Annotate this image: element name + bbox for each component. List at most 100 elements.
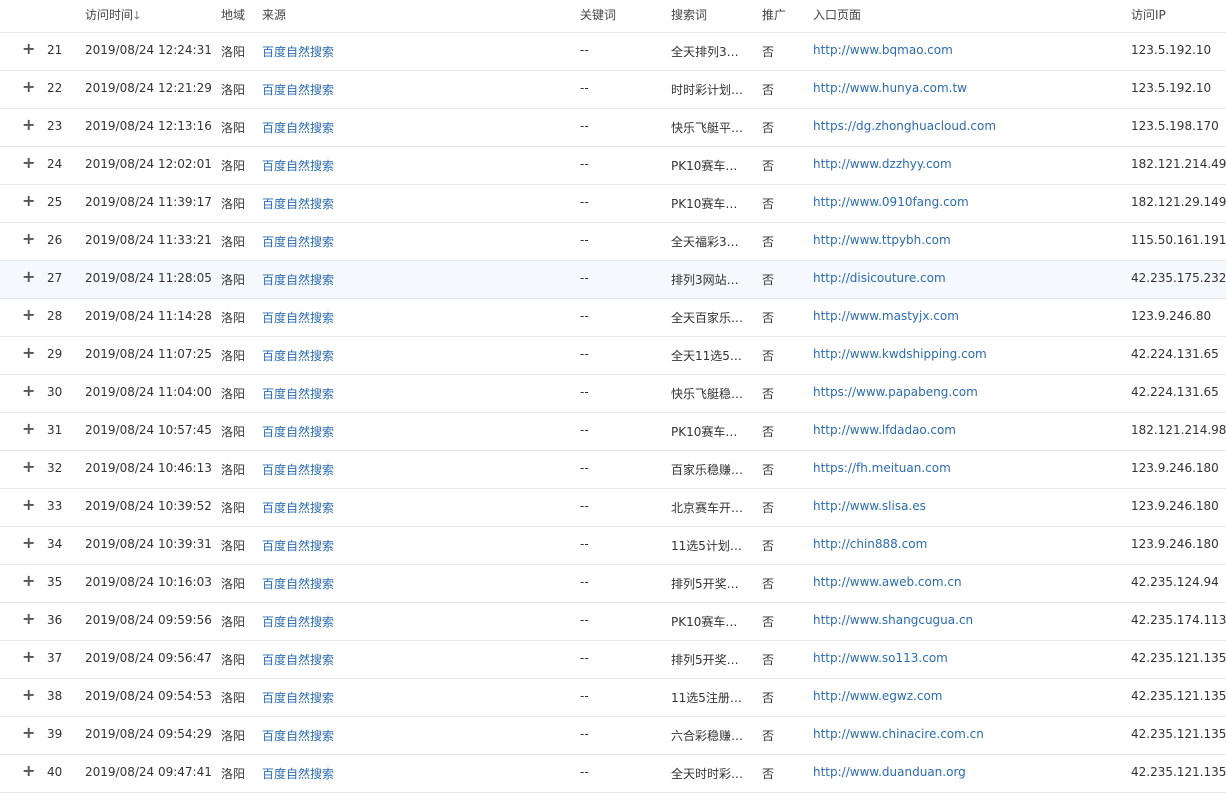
entry-page-link[interactable]: http://www.lfdadao.com [813, 423, 956, 437]
table-row[interactable]: +36 2019/08/24 09:59:56 洛阳 百度自然搜索 -- PK10赛车… 否… [0, 603, 1226, 641]
expand-plus-icon[interactable]: + [22, 79, 35, 95]
entry-page-link[interactable]: http://www.so113.com [813, 651, 948, 665]
source-link[interactable]: 百度自然搜索 [262, 537, 334, 554]
source-link[interactable]: 百度自然搜索 [262, 309, 334, 326]
expand-plus-icon[interactable]: + [22, 725, 35, 741]
source-link[interactable]: 百度自然搜索 [262, 195, 334, 212]
table-row[interactable]: +39 2019/08/24 09:54:29 洛阳 百度自然搜索 -- 六合彩稳赚… 否 h… [0, 717, 1226, 755]
source-link[interactable]: 百度自然搜索 [262, 499, 334, 516]
entry-page-link[interactable]: http://www.kwdshipping.com [813, 347, 987, 361]
region: 洛阳 [221, 691, 246, 705]
search-term: PK10赛车… [671, 425, 738, 439]
region: 洛阳 [221, 767, 246, 781]
expand-plus-icon[interactable]: + [22, 459, 35, 475]
entry-page-link[interactable]: http://www.dzzhyy.com [813, 157, 952, 171]
table-row[interactable]: +28 2019/08/24 11:14:28 洛阳 百度自然搜索 -- 全天百家乐… 否 h… [0, 299, 1226, 337]
search-term: PK10赛车… [671, 159, 738, 173]
entry-page-link[interactable]: http://www.hunya.com.tw [813, 81, 967, 95]
entry-page-link[interactable]: http://www.duanduan.org [813, 765, 966, 779]
expand-plus-icon[interactable]: + [22, 649, 35, 665]
entry-page-link[interactable]: http://www.shangcugua.cn [813, 613, 973, 627]
entry-page-link[interactable]: https://www.papabeng.com [813, 385, 978, 399]
expand-plus-icon[interactable]: + [22, 763, 35, 779]
source-link[interactable]: 百度自然搜索 [262, 575, 334, 592]
expand-plus-icon[interactable]: + [22, 117, 35, 133]
visit-time: 2019/08/24 11:33:21 [85, 233, 212, 247]
table-row[interactable]: +38 2019/08/24 09:54:53 洛阳 百度自然搜索 -- 11选5注册… 否… [0, 679, 1226, 717]
entry-page-link[interactable]: http://disicouture.com [813, 271, 946, 285]
table-row[interactable]: +22 2019/08/24 12:21:29 洛阳 百度自然搜索 -- 时时彩计划… 否 h… [0, 71, 1226, 109]
visitor-ip: 182.121.214.49 [1131, 157, 1226, 171]
table-row[interactable]: +21 2019/08/24 12:24:31 洛阳 百度自然搜索 -- 全天排列3… 否 h… [0, 33, 1226, 71]
table-row[interactable]: +40 2019/08/24 09:47:41 洛阳 百度自然搜索 -- 全天时时彩… 否 h… [0, 755, 1226, 793]
expand-plus-icon[interactable]: + [22, 535, 35, 551]
table-row[interactable]: +29 2019/08/24 11:07:25 洛阳 百度自然搜索 -- 全天11选5… 否… [0, 337, 1226, 375]
entry-page-link[interactable]: http://www.0910fang.com [813, 195, 969, 209]
table-row[interactable]: +32 2019/08/24 10:46:13 洛阳 百度自然搜索 -- 百家乐稳赚… 否 h… [0, 451, 1226, 489]
source-link[interactable]: 百度自然搜索 [262, 233, 334, 250]
table-row[interactable]: +23 2019/08/24 12:13:16 洛阳 百度自然搜索 -- 快乐飞艇平… 否 h… [0, 109, 1226, 147]
entry-page-link[interactable]: http://www.chinacire.com.cn [813, 727, 984, 741]
table-row[interactable]: +37 2019/08/24 09:56:47 洛阳 百度自然搜索 -- 排列5开奖… 否 h… [0, 641, 1226, 679]
expand-plus-icon[interactable]: + [22, 611, 35, 627]
entry-page-link[interactable]: http://www.aweb.com.cn [813, 575, 962, 589]
arrow-down-icon[interactable]: 🡓 [134, 9, 140, 22]
source-link[interactable]: 百度自然搜索 [262, 43, 334, 60]
source-link[interactable]: 百度自然搜索 [262, 385, 334, 402]
expand-plus-icon[interactable]: + [22, 687, 35, 703]
entry-page-link[interactable]: http://chin888.com [813, 537, 927, 551]
table-row[interactable]: +26 2019/08/24 11:33:21 洛阳 百度自然搜索 -- 全天福彩3… 否 h… [0, 223, 1226, 261]
expand-plus-icon[interactable]: + [22, 307, 35, 323]
search-term: PK10赛车… [671, 197, 738, 211]
source-link[interactable]: 百度自然搜索 [262, 81, 334, 98]
table-row[interactable]: +35 2019/08/24 10:16:03 洛阳 百度自然搜索 -- 排列5开奖… 否 h… [0, 565, 1226, 603]
table-row[interactable]: +33 2019/08/24 10:39:52 洛阳 百度自然搜索 -- 北京赛车开… 否 h… [0, 489, 1226, 527]
table-row[interactable]: +25 2019/08/24 11:39:17 洛阳 百度自然搜索 -- PK10赛车… 否… [0, 185, 1226, 223]
expand-plus-icon[interactable]: + [22, 269, 35, 285]
table-row[interactable]: +27 2019/08/24 11:28:05 洛阳 百度自然搜索 -- 排列3网站… 否 h… [0, 261, 1226, 299]
visit-time: 2019/08/24 10:46:13 [85, 461, 212, 475]
visitor-ip: 42.235.121.135 [1131, 727, 1226, 741]
visit-time: 2019/08/24 12:24:31 [85, 43, 212, 57]
table-row[interactable]: +34 2019/08/24 10:39:31 洛阳 百度自然搜索 -- 11选5计划… 否… [0, 527, 1226, 565]
source-link[interactable]: 百度自然搜索 [262, 271, 334, 288]
table-row[interactable]: +30 2019/08/24 11:04:00 洛阳 百度自然搜索 -- 快乐飞艇稳… 否 h… [0, 375, 1226, 413]
source-link[interactable]: 百度自然搜索 [262, 765, 334, 782]
visit-time: 2019/08/24 11:14:28 [85, 309, 212, 323]
entry-page-link[interactable]: http://www.ttpybh.com [813, 233, 951, 247]
promotion: 否 [762, 159, 775, 173]
table-row[interactable]: +31 2019/08/24 10:57:45 洛阳 百度自然搜索 -- PK10赛车… 否… [0, 413, 1226, 451]
source-link[interactable]: 百度自然搜索 [262, 157, 334, 174]
source-link[interactable]: 百度自然搜索 [262, 689, 334, 706]
entry-page-link[interactable]: http://www.bqmao.com [813, 43, 953, 57]
source-link[interactable]: 百度自然搜索 [262, 461, 334, 478]
expand-plus-icon[interactable]: + [22, 345, 35, 361]
entry-page-link[interactable]: http://www.slisa.es [813, 499, 926, 513]
entry-page-link[interactable]: http://www.mastyjx.com [813, 309, 959, 323]
expand-plus-icon[interactable]: + [22, 497, 35, 513]
source-link[interactable]: 百度自然搜索 [262, 119, 334, 136]
expand-plus-icon[interactable]: + [22, 231, 35, 247]
keyword: -- [580, 613, 589, 627]
search-term: 11选5计划… [671, 539, 742, 553]
header-time[interactable]: 访问时间🡓 [85, 6, 140, 26]
expand-plus-icon[interactable]: + [22, 573, 35, 589]
table-header: 访问时间🡓 地域 来源 关键词 搜索词 推广 入口页面 访问IP [0, 0, 1226, 33]
source-link[interactable]: 百度自然搜索 [262, 727, 334, 744]
source-link[interactable]: 百度自然搜索 [262, 347, 334, 364]
expand-plus-icon[interactable]: + [22, 421, 35, 437]
source-link[interactable]: 百度自然搜索 [262, 651, 334, 668]
entry-page-link[interactable]: https://dg.zhonghuacloud.com [813, 119, 996, 133]
expand-plus-icon[interactable]: + [22, 155, 35, 171]
search-term: 全天百家乐… [671, 311, 744, 325]
visit-time: 2019/08/24 10:39:52 [85, 499, 212, 513]
table-row[interactable]: +24 2019/08/24 12:02:01 洛阳 百度自然搜索 -- PK10赛车… 否… [0, 147, 1226, 185]
expand-plus-icon[interactable]: + [22, 383, 35, 399]
entry-page-link[interactable]: https://fh.meituan.com [813, 461, 951, 475]
source-link[interactable]: 百度自然搜索 [262, 613, 334, 630]
entry-page-link[interactable]: http://www.egwz.com [813, 689, 942, 703]
expand-plus-icon[interactable]: + [22, 193, 35, 209]
promotion: 否 [762, 83, 775, 97]
expand-plus-icon[interactable]: + [22, 41, 35, 57]
source-link[interactable]: 百度自然搜索 [262, 423, 334, 440]
